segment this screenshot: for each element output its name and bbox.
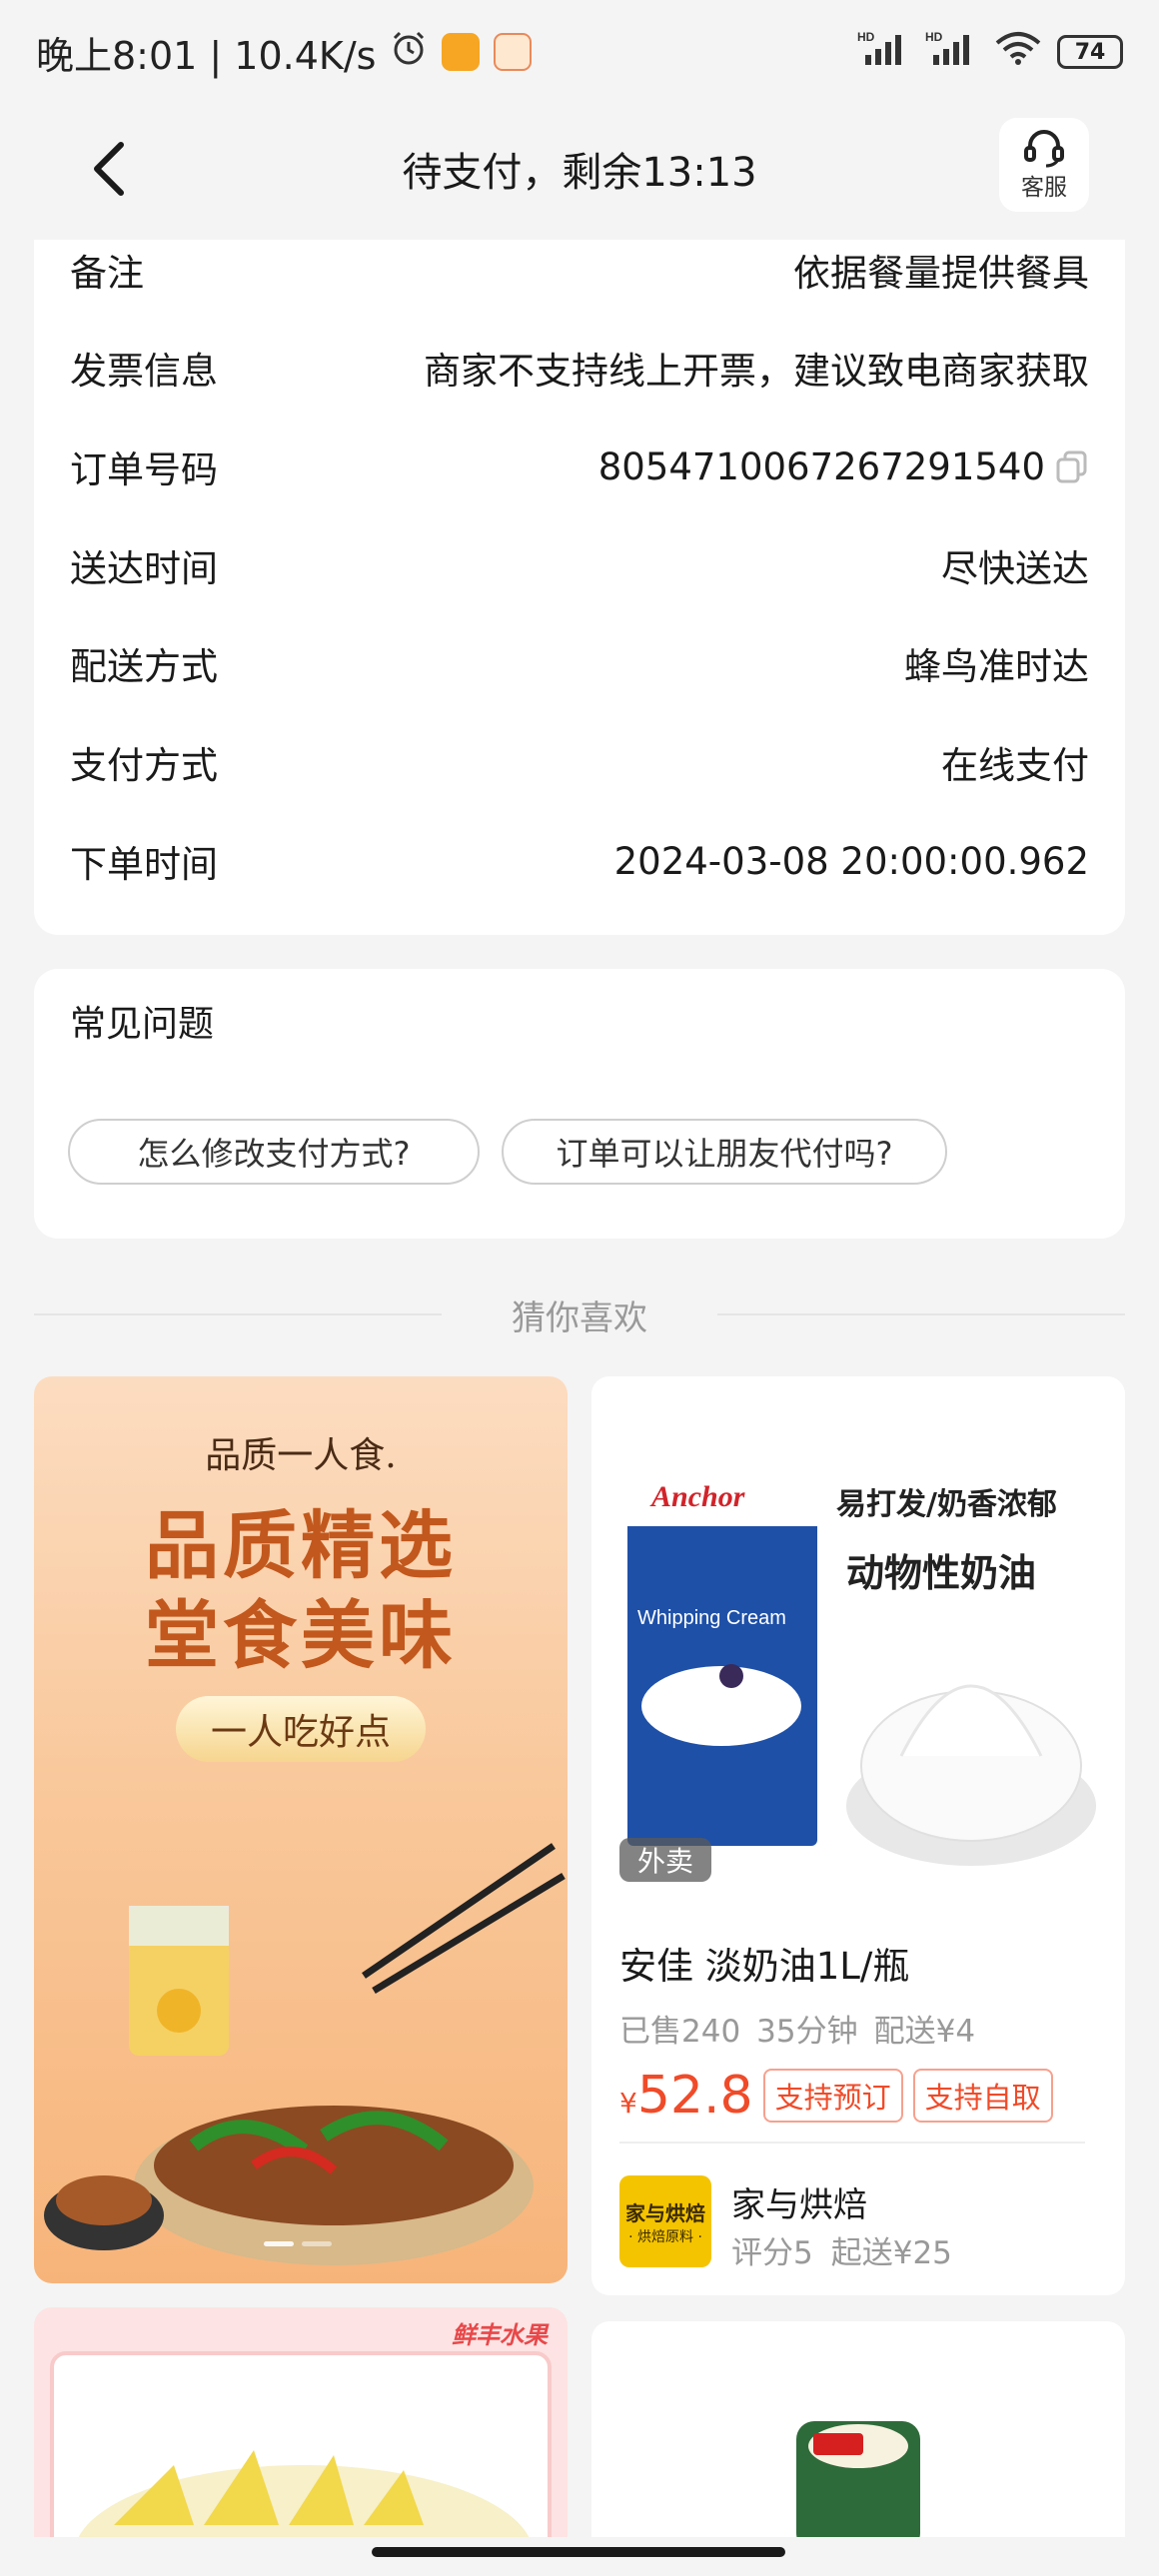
info-row-delivery-time: 送达时间 尽快送达 [70,535,1089,595]
product-type-text: Whipping Cream [637,1607,786,1629]
divider [619,2142,1085,2144]
banner-pill: 一人吃好点 [176,1696,426,1762]
shop-logo: 家与烘焙 · 烘焙原料 · [619,2175,711,2267]
copy-icon[interactable] [1055,449,1089,483]
status-bar: 晚上8:01 | 10.4K/s HD HD 74 [0,0,1159,104]
product-sold: 已售240 [619,2014,741,2050]
battery-indicator: 74 [1057,35,1123,69]
product-card[interactable]: Anchor Whipping Cream 易打发/奶香浓郁 动物性奶油 外卖 … [591,1376,1125,2295]
shop-meta: 评分5 起送¥25 [731,2227,952,2272]
pineapple-illustration [78,2450,530,2537]
product-title-text: 动物性奶油 [846,1551,1036,1595]
alarm-icon [390,29,428,76]
shop-rating: 评分5 [731,2235,813,2271]
product-name: 安佳 淡奶油1L/瓶 [619,1945,910,1988]
banner-headline-2: 堂食美味 [145,1593,457,1679]
info-row-delivery-method: 配送方式 蜂鸟准时达 [70,633,1089,693]
info-row-order-number: 订单号码 8054710067267291540 [70,436,1089,496]
tag-pickup: 支持自取 [912,2069,1053,2123]
snack-package-illustration [796,2421,920,2537]
order-info-card: 备注 依据餐量提供餐具 发票信息 商家不支持线上开票，建议致电商家获取 订单号码… [34,240,1125,935]
headset-icon [1024,130,1064,168]
recommend-header: 猜你喜欢 [34,1288,1125,1338]
customer-service-label: 客服 [1021,175,1067,201]
promo-banner[interactable]: 品质一人食. 品质精选 堂食美味 一人吃好点 [34,1376,568,2283]
info-label: 送达时间 [70,547,218,590]
price-symbol: ¥ [619,2087,637,2120]
page-title: 待支付，剩余13:13 [402,150,757,196]
wifi-icon [993,29,1043,76]
product-meta: 已售240 35分钟 配送¥4 [619,2006,975,2051]
product-price: ¥52.8 [619,2066,753,2126]
info-label: 配送方式 [70,645,218,688]
faq-card: 常见问题 怎么修改支付方式? 订单可以让朋友代付吗? [34,969,1125,1239]
info-value: 商家不支持线上开票，建议致电商家获取 [424,350,1089,393]
info-label: 备注 [70,252,144,295]
signal-2-icon: HD [925,29,979,76]
info-value: 2024-03-08 20:00:00.962 [613,839,1089,883]
product-image: Anchor Whipping Cream 易打发/奶香浓郁 动物性奶油 外卖 [591,1376,1125,1910]
info-label: 发票信息 [70,350,218,393]
carousel-dot [302,2241,332,2246]
info-row-order-time: 下单时间 2024-03-08 20:00:00.962 [70,831,1089,891]
notification-app2-icon [494,33,533,71]
shop-logo-subtext: · 烘焙原料 · [628,2228,702,2245]
signal-2-label: HD [925,30,943,44]
fruit-badge: 鲜丰水果 [452,2321,548,2349]
info-value-wrap: 8054710067267291540 [598,445,1089,488]
product-price-row: ¥52.8 支持预订 支持自取 [619,2066,1053,2126]
product-delivery-fee: 配送¥4 [873,2014,976,2050]
banner-brand: 品质一人食. [205,1435,397,1476]
signal-1-label: HD [857,30,875,44]
product-slogan-text: 易打发/奶香浓郁 [836,1487,1057,1522]
notification-app-icon [442,33,481,71]
shop-min-order: 起送¥25 [830,2235,952,2271]
shop-name[interactable]: 家与烘焙 [731,2177,867,2226]
info-value: 蜂鸟准时达 [904,645,1089,688]
product-brand-text: Anchor [649,1480,745,1513]
product-card-2[interactable] [591,2321,1125,2537]
info-label: 下单时间 [70,843,218,886]
faq-chip-friend-pay[interactable]: 订单可以让朋友代付吗? [502,1119,947,1185]
fruit-card[interactable]: 鲜丰水果 [34,2307,568,2537]
divider [717,1313,1125,1315]
info-value: 尽快送达 [941,547,1089,590]
faq-chip-change-payment[interactable]: 怎么修改支付方式? [68,1119,480,1185]
home-indicator[interactable] [372,2547,785,2557]
info-label: 支付方式 [70,744,218,787]
signal-1-icon: HD [857,29,911,76]
whipping-cream-illustration: Anchor Whipping Cream 易打发/奶香浓郁 动物性奶油 [627,1446,1096,1866]
delivery-tag: 外卖 [619,1838,711,1882]
order-number-value: 8054710067267291540 [597,444,1045,488]
carousel-dot [264,2241,294,2246]
status-time: 晚上8:01 | 10.4K/s [36,33,377,78]
info-value: 在线支付 [941,744,1089,787]
customer-service-button[interactable]: 客服 [999,118,1089,212]
tag-preorder: 支持预订 [762,2069,903,2123]
carousel-dots [264,2241,332,2246]
info-row-remark: 备注 依据餐量提供餐具 [70,240,1089,300]
faq-title: 常见问题 [70,1004,215,1045]
info-row-invoice: 发票信息 商家不支持线上开票，建议致电商家获取 [70,338,1089,398]
info-label: 订单号码 [70,448,218,491]
info-row-payment-method: 支付方式 在线支付 [70,732,1089,792]
food-illustration [44,1843,566,2265]
shop-logo-text: 家与烘焙 [625,2200,705,2225]
nav-bar: 待支付，剩余13:13 客服 [0,104,1159,240]
price-value: 52.8 [636,2066,753,2126]
product-delivery-time: 35分钟 [756,2014,858,2050]
info-value: 依据餐量提供餐具 [793,252,1089,295]
fruit-image [50,2351,552,2537]
